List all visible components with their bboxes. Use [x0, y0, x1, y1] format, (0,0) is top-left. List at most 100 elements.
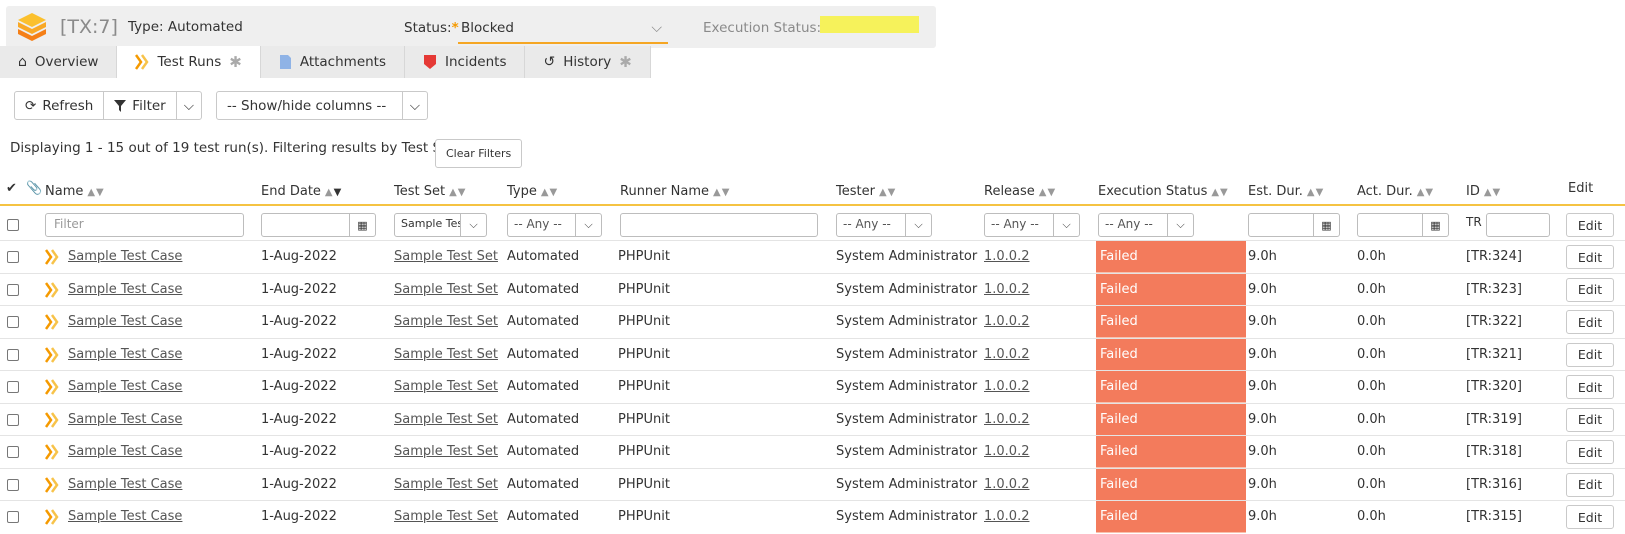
edit-row-button[interactable]: Edit — [1566, 472, 1614, 497]
act-dur-cell: 0.0h — [1357, 249, 1386, 264]
test-set-filter[interactable]: Sample Test Set ⌵ — [394, 213, 487, 237]
status-dropdown[interactable]: Blocked ⌵ — [458, 14, 668, 44]
test-case-link[interactable]: Sample Test Case — [68, 444, 182, 459]
column-header-execution-status[interactable]: Execution Status ▲▼ — [1098, 184, 1229, 199]
test-run-icon — [45, 249, 59, 265]
test-case-link[interactable]: Sample Test Case — [68, 282, 182, 297]
select-all-checkbox[interactable] — [7, 219, 19, 231]
table-row: Sample Test Case 1-Aug-2022 Sample Test Se… — [0, 435, 1625, 468]
test-set-link[interactable]: Sample Test Set — [394, 282, 498, 297]
edit-row-button[interactable]: Edit — [1566, 505, 1614, 529]
release-filter[interactable]: -- Any -- ⌵ — [984, 213, 1080, 237]
edit-row-button[interactable]: Edit — [1566, 375, 1614, 399]
test-case-link[interactable]: Sample Test Case — [68, 412, 182, 427]
test-case-link[interactable]: Sample Test Case — [68, 347, 182, 362]
tab-attachments[interactable]: Attachments — [260, 46, 406, 78]
column-header-act-dur[interactable]: Act. Dur. ▲▼ — [1357, 184, 1434, 199]
filter-button[interactable]: Filter — [104, 92, 177, 119]
filter-dropdown-button[interactable]: ⌵ — [177, 92, 201, 119]
tab-overview[interactable]: ⌂ Overview — [0, 46, 118, 78]
calculator-icon[interactable]: ▦ — [1422, 214, 1448, 236]
release-link[interactable]: 1.0.0.2 — [984, 314, 1029, 329]
row-checkbox[interactable] — [7, 413, 19, 426]
runner-name-filter-input[interactable] — [620, 213, 818, 237]
edit-row-button[interactable]: Edit — [1566, 310, 1614, 334]
column-header-end-date[interactable]: End Date ▲▼ — [261, 184, 342, 199]
test-case-link[interactable]: Sample Test Case — [68, 249, 182, 264]
release-link[interactable]: 1.0.0.2 — [984, 347, 1029, 362]
test-set-link[interactable]: Sample Test Set — [394, 412, 498, 427]
row-checkbox[interactable] — [7, 348, 19, 361]
name-filter-input[interactable]: Filter — [45, 213, 244, 237]
test-case-link[interactable]: Sample Test Case — [68, 477, 182, 492]
release-link[interactable]: 1.0.0.2 — [984, 477, 1029, 492]
release-link[interactable]: 1.0.0.2 — [984, 509, 1029, 524]
calculator-icon[interactable]: ▦ — [1313, 214, 1339, 236]
test-case-link[interactable]: Sample Test Case — [68, 509, 182, 524]
test-set-link[interactable]: Sample Test Set — [394, 249, 498, 264]
execution-status-cell: Failed — [1096, 273, 1246, 306]
end-date-cell: 1-Aug-2022 — [261, 476, 337, 492]
release-link[interactable]: 1.0.0.2 — [984, 282, 1029, 297]
type-filter[interactable]: -- Any -- ⌵ — [507, 213, 602, 237]
columns-dropdown[interactable]: -- Show/hide columns -- ⌵ — [216, 91, 428, 120]
test-set-link[interactable]: Sample Test Set — [394, 314, 498, 329]
edit-row-button[interactable]: Edit — [1566, 407, 1614, 432]
edit-filter-button[interactable]: Edit — [1566, 213, 1614, 237]
column-header-test-set[interactable]: Test Set ▲▼ — [394, 184, 466, 199]
test-set-link[interactable]: Sample Test Set — [394, 347, 498, 362]
refresh-button[interactable]: ⟳ Refresh — [15, 92, 105, 119]
est-dur-filter[interactable]: ▦ — [1248, 213, 1340, 237]
column-header-est-dur[interactable]: Est. Dur. ▲▼ — [1248, 184, 1324, 199]
refresh-label: Refresh — [42, 97, 94, 114]
execution-status-cell: Failed — [1096, 468, 1246, 501]
type-cell: Automated — [507, 281, 580, 297]
release-link[interactable]: 1.0.0.2 — [984, 249, 1029, 264]
tab-history[interactable]: ↺ History ✱ — [525, 46, 651, 78]
row-checkbox[interactable] — [7, 283, 19, 296]
column-header-release[interactable]: Release ▲▼ — [984, 184, 1056, 199]
act-dur-filter[interactable]: ▦ — [1357, 213, 1449, 237]
type-cell: Automated — [507, 314, 580, 329]
row-checkbox[interactable] — [7, 381, 19, 393]
row-checkbox[interactable] — [7, 251, 19, 263]
id-filter-input[interactable] — [1486, 213, 1550, 237]
column-header-tester[interactable]: Tester ▲▼ — [836, 184, 896, 199]
release-link[interactable]: 1.0.0.2 — [984, 444, 1029, 459]
row-checkbox[interactable] — [7, 446, 19, 458]
test-set-link[interactable]: Sample Test Set — [394, 444, 498, 459]
column-header-type[interactable]: Type ▲▼ — [507, 184, 558, 199]
chevron-down-icon: ⌵ — [1053, 214, 1079, 236]
release-link[interactable]: 1.0.0.2 — [984, 379, 1029, 394]
edit-row-button[interactable]: Edit — [1566, 277, 1614, 302]
tester-filter[interactable]: -- Any -- ⌵ — [836, 213, 932, 237]
row-checkbox[interactable] — [7, 511, 19, 523]
runner-name-cell: PHPUnit — [618, 281, 670, 297]
row-checkbox[interactable] — [7, 316, 19, 328]
test-case-link[interactable]: Sample Test Case — [68, 379, 182, 394]
select-all-icon[interactable]: ✔ — [6, 181, 17, 196]
tab-incidents[interactable]: Incidents — [405, 46, 526, 78]
column-header-name[interactable]: Name ▲▼ — [45, 184, 105, 199]
column-header-runner-name[interactable]: Runner Name ▲▼ — [620, 184, 730, 199]
calendar-icon[interactable]: ▦ — [349, 214, 375, 236]
columns-dropdown-toggle[interactable]: ⌵ — [403, 92, 427, 119]
edit-row-button[interactable]: Edit — [1566, 440, 1614, 464]
test-set-link[interactable]: Sample Test Set — [394, 379, 498, 394]
test-set-link[interactable]: Sample Test Set — [394, 509, 498, 524]
end-date-filter[interactable]: ▦ — [261, 213, 376, 237]
edit-row-button[interactable]: Edit — [1566, 245, 1614, 269]
chevron-down-icon: ⌵ — [575, 214, 601, 236]
row-checkbox[interactable] — [7, 478, 19, 491]
status-value: Blocked — [461, 20, 514, 36]
edit-row-button[interactable]: Edit — [1566, 342, 1614, 367]
execution-status-filter[interactable]: -- Any -- ⌵ — [1098, 213, 1194, 237]
clear-filters-button[interactable]: Clear Filters — [435, 139, 523, 168]
test-case-link[interactable]: Sample Test Case — [68, 314, 182, 329]
test-set-link[interactable]: Sample Test Set — [394, 477, 498, 492]
runner-name-cell: PHPUnit — [618, 249, 670, 264]
runner-name-cell: PHPUnit — [618, 379, 670, 394]
column-header-id[interactable]: ID ▲▼ — [1466, 184, 1501, 199]
tab-test-runs[interactable]: Test Runs ✱ — [117, 46, 261, 78]
release-link[interactable]: 1.0.0.2 — [984, 412, 1029, 427]
